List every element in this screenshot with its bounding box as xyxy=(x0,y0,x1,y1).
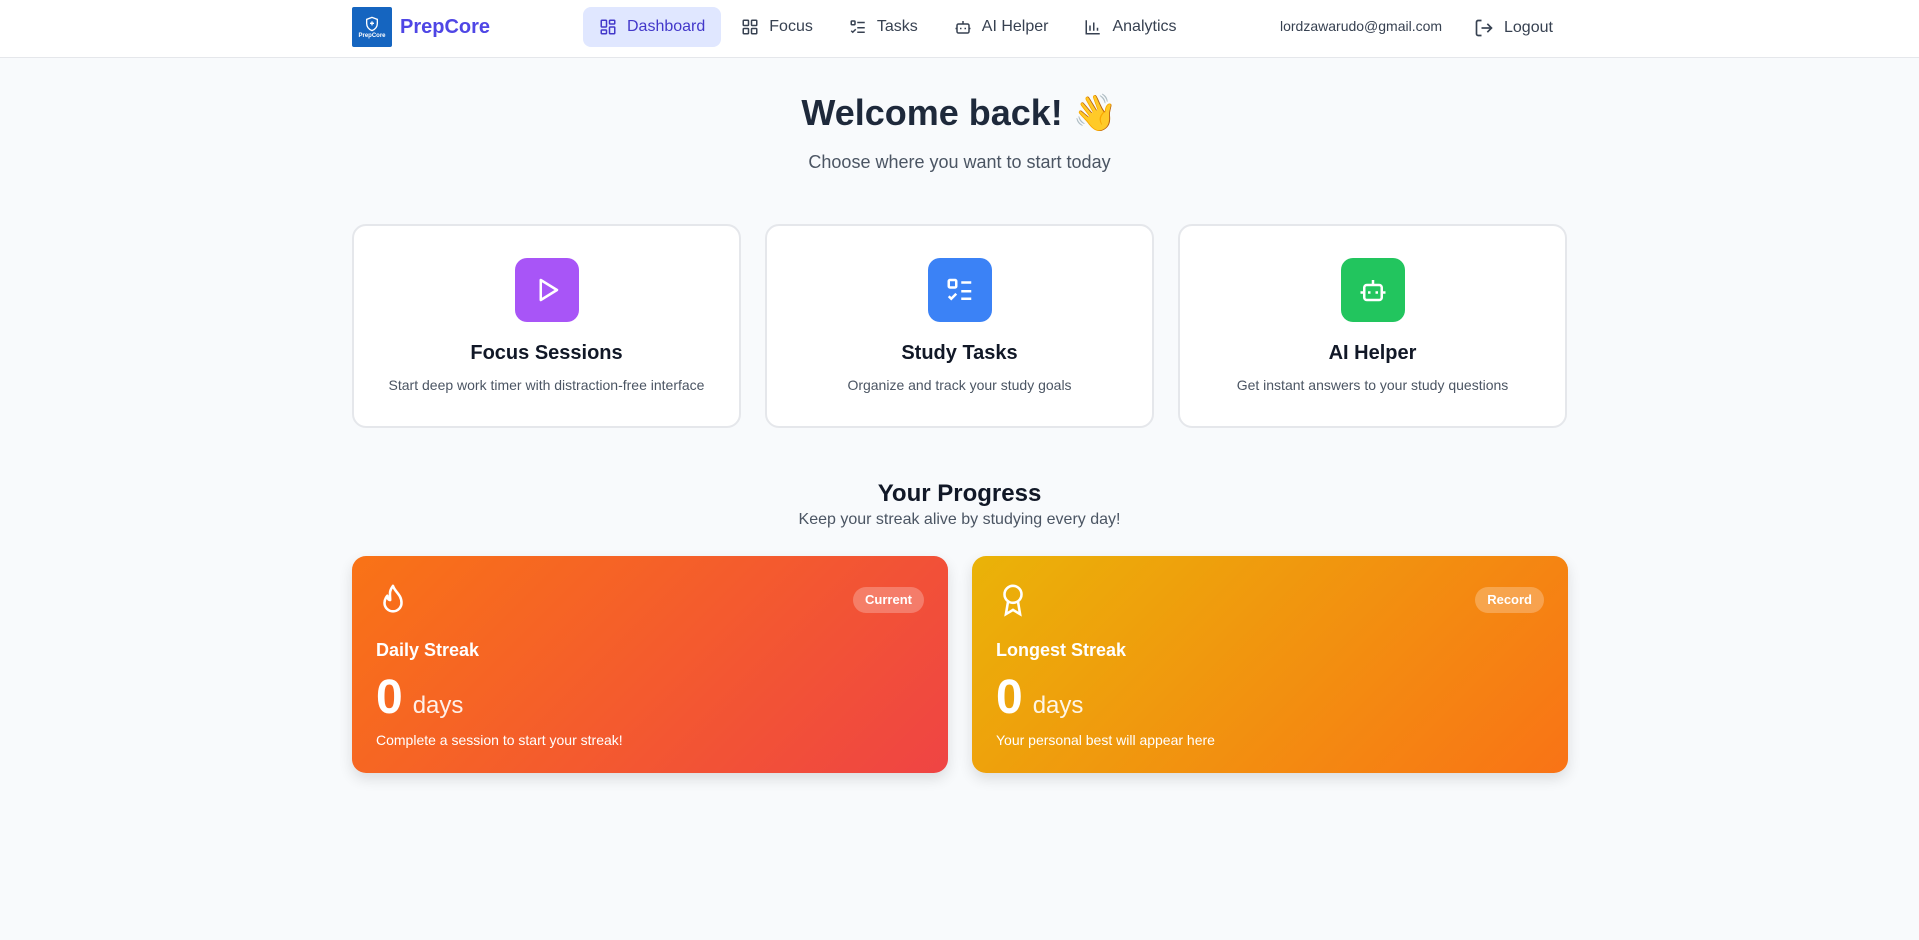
brand-logo-text: PrepCore xyxy=(358,32,386,39)
card-title: Study Tasks xyxy=(901,342,1018,364)
flame-icon xyxy=(383,584,403,613)
longest-streak-card: Record Longest Streak 0 days Your person… xyxy=(972,556,1568,773)
streak-value: 0 days xyxy=(996,670,1083,725)
nav-item-label: Tasks xyxy=(876,18,918,35)
card-description: Start deep work timer with distraction-f… xyxy=(388,377,705,393)
robot-icon xyxy=(1360,280,1385,302)
page-title: Welcome back! 👋 xyxy=(801,92,1118,133)
bar-chart-icon xyxy=(1085,20,1101,35)
quick-action-cards: Focus Sessions Start deep work timer wit… xyxy=(352,224,1567,428)
streak-unit: days xyxy=(412,692,464,719)
page-subtitle: Choose where you want to start today xyxy=(808,152,1111,172)
logout-label: Logout xyxy=(1504,19,1553,36)
tasks-icon xyxy=(850,20,865,34)
brand-logo: PrepCore xyxy=(352,7,392,47)
study-tasks-card[interactable]: Study Tasks Organize and track your stud… xyxy=(765,224,1154,428)
nav-item-label: Analytics xyxy=(1112,18,1177,35)
nav-item-analytics[interactable]: Analytics xyxy=(1068,7,1192,47)
streak-cards: Current Daily Streak 0 days Complete a s… xyxy=(352,556,1568,773)
streak-label: Longest Streak xyxy=(996,640,1127,660)
card-title: AI Helper xyxy=(1328,342,1417,364)
streak-badge: Record xyxy=(1475,587,1544,613)
logout-icon xyxy=(1475,19,1493,37)
nav-item-label: Focus xyxy=(769,18,813,35)
ai-helper-card[interactable]: AI Helper Get instant answers to your st… xyxy=(1178,224,1567,428)
dashboard-icon xyxy=(600,19,616,35)
focus-icon xyxy=(742,19,758,35)
streak-note: Your personal best will appear here xyxy=(996,732,1215,748)
streak-number: 0 xyxy=(996,671,1023,724)
progress-title: Your Progress xyxy=(877,480,1042,507)
brand-logo-link[interactable]: PrepCore PrepCore xyxy=(352,7,490,47)
nav-item-tasks[interactable]: Tasks xyxy=(833,7,934,47)
robot-icon xyxy=(955,21,971,34)
daily-streak-card: Current Daily Streak 0 days Complete a s… xyxy=(352,556,948,773)
top-navbar: PrepCore PrepCore Dashboard Focus Tasks xyxy=(0,0,1919,58)
progress-subtitle: Keep your streak alive by studying every… xyxy=(798,511,1121,528)
award-icon xyxy=(1003,584,1023,617)
main-nav: Dashboard Focus Tasks AI Helper Analytic… xyxy=(583,7,1193,47)
shield-icon xyxy=(366,16,378,31)
streak-number: 0 xyxy=(376,671,403,724)
nav-item-ai-helper[interactable]: AI Helper xyxy=(938,7,1065,47)
card-icon-container xyxy=(927,258,992,322)
card-title: Focus Sessions xyxy=(470,342,623,364)
streak-unit: days xyxy=(1032,692,1084,719)
card-icon-container xyxy=(1340,258,1405,322)
card-description: Get instant answers to your study questi… xyxy=(1236,377,1509,393)
nav-item-label: Dashboard xyxy=(627,18,706,35)
focus-sessions-card[interactable]: Focus Sessions Start deep work timer wit… xyxy=(352,224,741,428)
streak-label: Daily Streak xyxy=(376,640,480,660)
streak-note: Complete a session to start your streak! xyxy=(376,732,623,748)
checklist-icon xyxy=(947,278,971,301)
streak-badge: Current xyxy=(853,587,924,613)
nav-item-focus[interactable]: Focus xyxy=(725,7,829,47)
card-icon-container xyxy=(514,258,579,322)
nav-item-dashboard[interactable]: Dashboard xyxy=(583,7,722,47)
nav-item-label: AI Helper xyxy=(981,18,1049,35)
brand-name: PrepCore xyxy=(400,15,491,38)
play-icon xyxy=(539,278,558,302)
card-description: Organize and track your study goals xyxy=(847,377,1072,393)
user-email: lordzawarudo@gmail.com xyxy=(1280,18,1443,34)
logout-button[interactable]: Logout xyxy=(1474,13,1553,43)
streak-value: 0 days xyxy=(376,670,463,725)
